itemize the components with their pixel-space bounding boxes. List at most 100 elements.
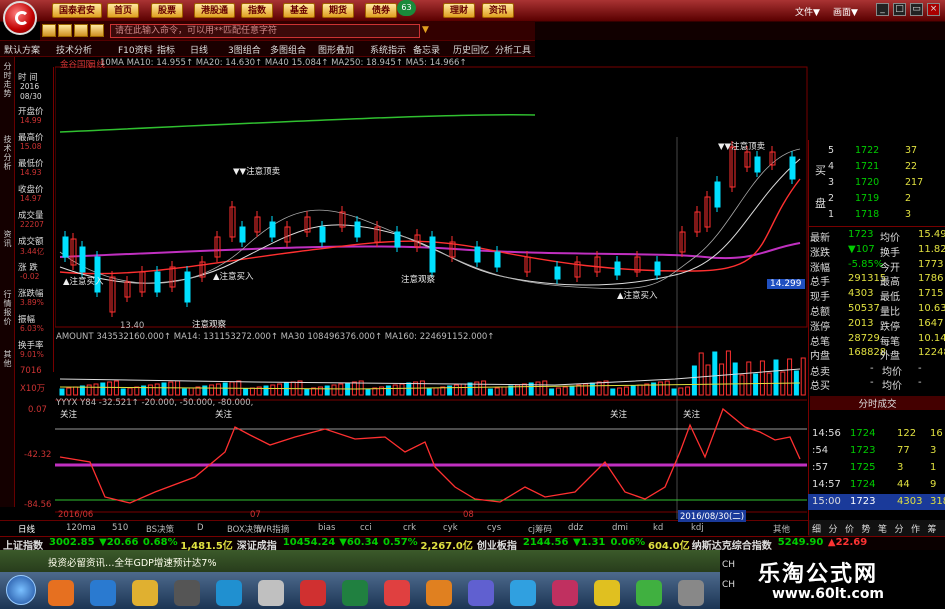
toolbar-item-7[interactable]: 图形叠加 xyxy=(318,43,354,56)
indicator-tab-15[interactable]: kd xyxy=(653,523,663,533)
indicator-tab-4[interactable]: D xyxy=(197,523,204,533)
close-icon[interactable]: × xyxy=(927,3,940,16)
right-tab-0[interactable]: 细 xyxy=(812,522,821,535)
ob-price-3[interactable]: 1719 xyxy=(855,193,879,204)
search-dropdown-icon[interactable]: ▼ xyxy=(422,25,429,35)
toolbar-item-4[interactable]: 日线 xyxy=(190,43,208,56)
menu-button-9[interactable]: 资讯 xyxy=(482,3,515,18)
qq-icon[interactable] xyxy=(468,580,494,606)
toolbar-item-3[interactable]: 指标 xyxy=(157,43,175,56)
ticker-0-2[interactable]: ▼20.66 xyxy=(99,537,138,548)
right-tab-1[interactable]: 分 xyxy=(829,522,838,535)
browser-icon[interactable] xyxy=(90,580,116,606)
ob-price-1[interactable]: 1721 xyxy=(855,161,879,172)
notification-badge[interactable]: 63 xyxy=(397,0,416,16)
menu-button-2[interactable]: 股票 xyxy=(151,3,184,18)
toolbar-item-8[interactable]: 系统指示 xyxy=(370,43,406,56)
right-tab-4[interactable]: 笔 xyxy=(878,522,887,535)
command-input[interactable]: 请在此输入命令，可以用**匹配任意字符 xyxy=(110,24,420,38)
indicator-tab-14[interactable]: dmi xyxy=(612,523,628,533)
minimize-icon[interactable]: _ xyxy=(876,3,889,16)
ticker-2-4[interactable]: 604.0亿 xyxy=(648,537,690,552)
ticker-1-2[interactable]: ▼60.34 xyxy=(339,537,378,548)
menu-button-5[interactable]: 基金 xyxy=(283,3,316,18)
media-player-icon[interactable] xyxy=(300,580,326,606)
ticker-3-1[interactable]: 5249.90 xyxy=(778,537,824,548)
indicator-tab-3[interactable]: BS决策 xyxy=(146,523,174,535)
sidebar-tab-2[interactable]: 资讯 xyxy=(1,230,14,248)
chat-icon[interactable] xyxy=(636,580,662,606)
right-tab-6[interactable]: 作 xyxy=(911,522,920,535)
start-button[interactable] xyxy=(6,575,36,605)
star-icon[interactable] xyxy=(594,580,620,606)
maximize-icon[interactable]: □ xyxy=(893,3,906,16)
indicator-tab-7[interactable]: bias xyxy=(318,523,335,533)
indicator-tab-17[interactable]: 其他 xyxy=(773,523,790,535)
cloud-icon[interactable] xyxy=(510,580,536,606)
kline-chart[interactable] xyxy=(55,57,808,520)
toolbar-item-9[interactable]: 备忘录 xyxy=(413,43,440,56)
indicator-tab-5[interactable]: BOX决策 xyxy=(227,523,262,535)
indicator-tab-12[interactable]: cj筹码 xyxy=(528,523,552,535)
file-menu[interactable]: 文件▼ xyxy=(795,5,820,18)
ob-price-4[interactable]: 1718 xyxy=(855,209,879,220)
ticker-3-2[interactable]: ▲22.69 xyxy=(828,537,867,548)
toolbar-item-0[interactable]: 默认方案 xyxy=(4,43,40,56)
right-tab-3[interactable]: 势 xyxy=(862,522,871,535)
ticker-2-1[interactable]: 2144.56 xyxy=(523,537,569,548)
right-tab-5[interactable]: 分 xyxy=(895,522,904,535)
app-logo[interactable] xyxy=(3,1,37,35)
restore-icon[interactable]: ▭ xyxy=(910,3,923,16)
menu-button-7[interactable]: 债券 xyxy=(365,3,398,18)
toolbar-item-5[interactable]: 3图组合 xyxy=(228,43,261,56)
folder-icon[interactable] xyxy=(132,580,158,606)
ob-price-2[interactable]: 1720 xyxy=(855,177,879,188)
refresh-icon[interactable] xyxy=(74,24,88,37)
film-icon[interactable] xyxy=(174,580,200,606)
toolbar-item-2[interactable]: F10资料 xyxy=(118,43,153,56)
news-text[interactable]: 投资必留资讯…全年GDP增速预计达7% xyxy=(48,555,216,569)
ticker-2-0[interactable]: 创业板指 xyxy=(477,537,517,552)
toolbar-item-11[interactable]: 分析工具 xyxy=(495,43,531,56)
indicator-tab-13[interactable]: ddz xyxy=(568,523,583,533)
ticker-1-1[interactable]: 10454.24 xyxy=(283,537,336,548)
toolbar-item-10[interactable]: 历史回忆 xyxy=(453,43,489,56)
ticker-1-3[interactable]: 0.57% xyxy=(383,537,418,548)
settings-icon[interactable] xyxy=(678,580,704,606)
indicator-tab-16[interactable]: kdj xyxy=(691,523,704,533)
sidebar-tab-0[interactable]: 分时走势 xyxy=(1,62,14,98)
ticker-2-3[interactable]: 0.06% xyxy=(611,537,646,548)
toolbar-item-1[interactable]: 技术分析 xyxy=(56,43,92,56)
ticker-2-2[interactable]: ▼1.31 xyxy=(573,537,605,548)
trading-app-icon[interactable] xyxy=(384,580,410,606)
media-icon[interactable] xyxy=(48,580,74,606)
toolbar-item-6[interactable]: 多图组合 xyxy=(270,43,306,56)
ticker-0-0[interactable]: 上证指数 xyxy=(3,537,43,552)
indicator-tab-1[interactable]: 120ma xyxy=(66,523,96,533)
ticker-1-4[interactable]: 2,267.0亿 xyxy=(421,537,473,552)
menu-button-6[interactable]: 期货 xyxy=(322,3,355,18)
view-menu[interactable]: 画面▼ xyxy=(833,5,858,18)
indicator-tab-9[interactable]: crk xyxy=(403,523,416,533)
sidebar-tab-1[interactable]: 技术分析 xyxy=(1,135,14,171)
home-icon[interactable] xyxy=(90,24,104,37)
ticker-1-0[interactable]: 深证成指 xyxy=(237,537,277,552)
right-tab-7[interactable]: 筹 xyxy=(928,522,937,535)
ticker-3-0[interactable]: 纳斯达克综合指数 xyxy=(692,537,772,552)
ticker-0-4[interactable]: 1,481.5亿 xyxy=(180,537,232,552)
indicator-tab-2[interactable]: 510 xyxy=(112,523,128,533)
ticker-0-3[interactable]: 0.68% xyxy=(143,537,178,548)
back-icon[interactable] xyxy=(42,24,56,37)
right-tab-2[interactable]: 价 xyxy=(845,522,854,535)
network-icon[interactable] xyxy=(216,580,242,606)
app-icon[interactable] xyxy=(258,580,284,606)
chart-app-icon[interactable] xyxy=(342,580,368,606)
menu-button-3[interactable]: 港股通 xyxy=(194,3,236,18)
flash-icon[interactable] xyxy=(426,580,452,606)
indicator-tab-0[interactable]: 日线 xyxy=(18,523,35,535)
menu-button-8[interactable]: 理财 xyxy=(443,3,476,18)
music-icon[interactable] xyxy=(552,580,578,606)
sidebar-tab-3[interactable]: 行情报价 xyxy=(1,290,14,326)
ob-price-0[interactable]: 1722 xyxy=(855,145,879,156)
indicator-tab-11[interactable]: cys xyxy=(487,523,501,533)
